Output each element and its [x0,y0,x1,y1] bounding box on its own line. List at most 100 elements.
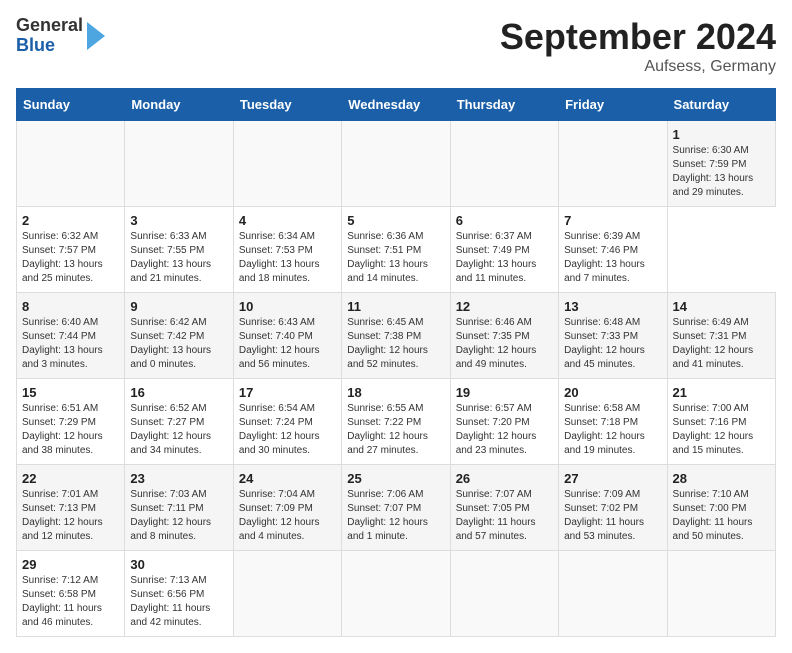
logo-blue: Blue [16,36,83,56]
sunrise-text: Sunrise: 6:43 AMSunset: 7:40 PMDaylight:… [239,317,320,370]
table-row: 24 Sunrise: 7:04 AMSunset: 7:09 PMDaylig… [233,465,341,551]
table-row: 7 Sunrise: 6:39 AMSunset: 7:46 PMDayligh… [559,207,667,293]
col-monday: Monday [125,89,233,121]
table-row: 3 Sunrise: 6:33 AMSunset: 7:55 PMDayligh… [125,207,233,293]
day-number: 28 [673,471,770,486]
logo-text: General Blue [16,16,83,56]
sunrise-text: Sunrise: 7:09 AMSunset: 7:02 PMDaylight:… [564,489,644,542]
sunrise-text: Sunrise: 7:10 AMSunset: 7:00 PMDaylight:… [673,489,753,542]
sunrise-text: Sunrise: 7:13 AMSunset: 6:56 PMDaylight:… [130,575,210,628]
page-header: General Blue September 2024 Aufsess, Ger… [16,16,776,76]
table-row: 27 Sunrise: 7:09 AMSunset: 7:02 PMDaylig… [559,465,667,551]
sunrise-text: Sunrise: 6:51 AMSunset: 7:29 PMDaylight:… [22,403,103,456]
day-number: 21 [673,385,770,400]
month-title: September 2024 [500,16,776,58]
day-number: 23 [130,471,227,486]
day-number: 7 [564,213,661,228]
calendar-table: Sunday Monday Tuesday Wednesday Thursday… [16,88,776,637]
table-row: 1 Sunrise: 6:30 AMSunset: 7:59 PMDayligh… [667,121,775,207]
logo-arrow-icon [87,22,105,50]
day-number: 13 [564,299,661,314]
table-row [17,121,125,207]
sunrise-text: Sunrise: 6:48 AMSunset: 7:33 PMDaylight:… [564,317,645,370]
day-number: 11 [347,299,444,314]
sunrise-text: Sunrise: 7:06 AMSunset: 7:07 PMDaylight:… [347,489,428,542]
day-number: 10 [239,299,336,314]
title-area: September 2024 Aufsess, Germany [500,16,776,76]
sunrise-text: Sunrise: 7:04 AMSunset: 7:09 PMDaylight:… [239,489,320,542]
sunrise-text: Sunrise: 6:32 AMSunset: 7:57 PMDaylight:… [22,231,103,284]
sunrise-text: Sunrise: 6:40 AMSunset: 7:44 PMDaylight:… [22,317,103,370]
sunrise-text: Sunrise: 6:52 AMSunset: 7:27 PMDaylight:… [130,403,211,456]
table-row [450,551,558,637]
calendar-week-row: 29 Sunrise: 7:12 AMSunset: 6:58 PMDaylig… [17,551,776,637]
day-number: 14 [673,299,770,314]
sunrise-text: Sunrise: 7:12 AMSunset: 6:58 PMDaylight:… [22,575,102,628]
calendar-week-row: 2 Sunrise: 6:32 AMSunset: 7:57 PMDayligh… [17,207,776,293]
table-row: 2 Sunrise: 6:32 AMSunset: 7:57 PMDayligh… [17,207,125,293]
day-number: 8 [22,299,119,314]
table-row: 29 Sunrise: 7:12 AMSunset: 6:58 PMDaylig… [17,551,125,637]
day-number: 24 [239,471,336,486]
table-row: 12 Sunrise: 6:46 AMSunset: 7:35 PMDaylig… [450,293,558,379]
table-row: 22 Sunrise: 7:01 AMSunset: 7:13 PMDaylig… [17,465,125,551]
table-row [342,121,450,207]
table-row: 13 Sunrise: 6:48 AMSunset: 7:33 PMDaylig… [559,293,667,379]
calendar-week-row: 22 Sunrise: 7:01 AMSunset: 7:13 PMDaylig… [17,465,776,551]
day-number: 17 [239,385,336,400]
sunrise-text: Sunrise: 6:33 AMSunset: 7:55 PMDaylight:… [130,231,211,284]
table-row: 6 Sunrise: 6:37 AMSunset: 7:49 PMDayligh… [450,207,558,293]
table-row: 16 Sunrise: 6:52 AMSunset: 7:27 PMDaylig… [125,379,233,465]
table-row [450,121,558,207]
table-row: 15 Sunrise: 6:51 AMSunset: 7:29 PMDaylig… [17,379,125,465]
sunrise-text: Sunrise: 6:45 AMSunset: 7:38 PMDaylight:… [347,317,428,370]
table-row: 23 Sunrise: 7:03 AMSunset: 7:11 PMDaylig… [125,465,233,551]
day-number: 6 [456,213,553,228]
day-number: 27 [564,471,661,486]
sunrise-text: Sunrise: 6:36 AMSunset: 7:51 PMDaylight:… [347,231,428,284]
table-row: 11 Sunrise: 6:45 AMSunset: 7:38 PMDaylig… [342,293,450,379]
table-row [559,551,667,637]
sunrise-text: Sunrise: 6:54 AMSunset: 7:24 PMDaylight:… [239,403,320,456]
table-row: 5 Sunrise: 6:36 AMSunset: 7:51 PMDayligh… [342,207,450,293]
sunrise-text: Sunrise: 6:55 AMSunset: 7:22 PMDaylight:… [347,403,428,456]
table-row: 8 Sunrise: 6:40 AMSunset: 7:44 PMDayligh… [17,293,125,379]
day-number: 5 [347,213,444,228]
sunrise-text: Sunrise: 6:57 AMSunset: 7:20 PMDaylight:… [456,403,537,456]
sunrise-text: Sunrise: 6:30 AMSunset: 7:59 PMDaylight:… [673,145,754,198]
table-row [342,551,450,637]
sunrise-text: Sunrise: 6:58 AMSunset: 7:18 PMDaylight:… [564,403,645,456]
day-number: 30 [130,557,227,572]
day-number: 16 [130,385,227,400]
day-number: 15 [22,385,119,400]
sunrise-text: Sunrise: 6:46 AMSunset: 7:35 PMDaylight:… [456,317,537,370]
sunrise-text: Sunrise: 7:00 AMSunset: 7:16 PMDaylight:… [673,403,754,456]
day-number: 3 [130,213,227,228]
col-tuesday: Tuesday [233,89,341,121]
day-number: 19 [456,385,553,400]
sunrise-text: Sunrise: 6:42 AMSunset: 7:42 PMDaylight:… [130,317,211,370]
day-number: 26 [456,471,553,486]
day-number: 1 [673,127,770,142]
table-row: 28 Sunrise: 7:10 AMSunset: 7:00 PMDaylig… [667,465,775,551]
day-number: 18 [347,385,444,400]
day-number: 9 [130,299,227,314]
logo: General Blue [16,16,105,56]
col-sunday: Sunday [17,89,125,121]
table-row: 25 Sunrise: 7:06 AMSunset: 7:07 PMDaylig… [342,465,450,551]
col-wednesday: Wednesday [342,89,450,121]
table-row: 9 Sunrise: 6:42 AMSunset: 7:42 PMDayligh… [125,293,233,379]
sunrise-text: Sunrise: 6:39 AMSunset: 7:46 PMDaylight:… [564,231,645,284]
day-number: 22 [22,471,119,486]
calendar-header-row: Sunday Monday Tuesday Wednesday Thursday… [17,89,776,121]
sunrise-text: Sunrise: 6:34 AMSunset: 7:53 PMDaylight:… [239,231,320,284]
table-row [233,551,341,637]
table-row: 19 Sunrise: 6:57 AMSunset: 7:20 PMDaylig… [450,379,558,465]
table-row: 14 Sunrise: 6:49 AMSunset: 7:31 PMDaylig… [667,293,775,379]
table-row: 18 Sunrise: 6:55 AMSunset: 7:22 PMDaylig… [342,379,450,465]
sunrise-text: Sunrise: 7:07 AMSunset: 7:05 PMDaylight:… [456,489,536,542]
day-number: 25 [347,471,444,486]
table-row: 4 Sunrise: 6:34 AMSunset: 7:53 PMDayligh… [233,207,341,293]
calendar-week-row: 1 Sunrise: 6:30 AMSunset: 7:59 PMDayligh… [17,121,776,207]
table-row [125,121,233,207]
